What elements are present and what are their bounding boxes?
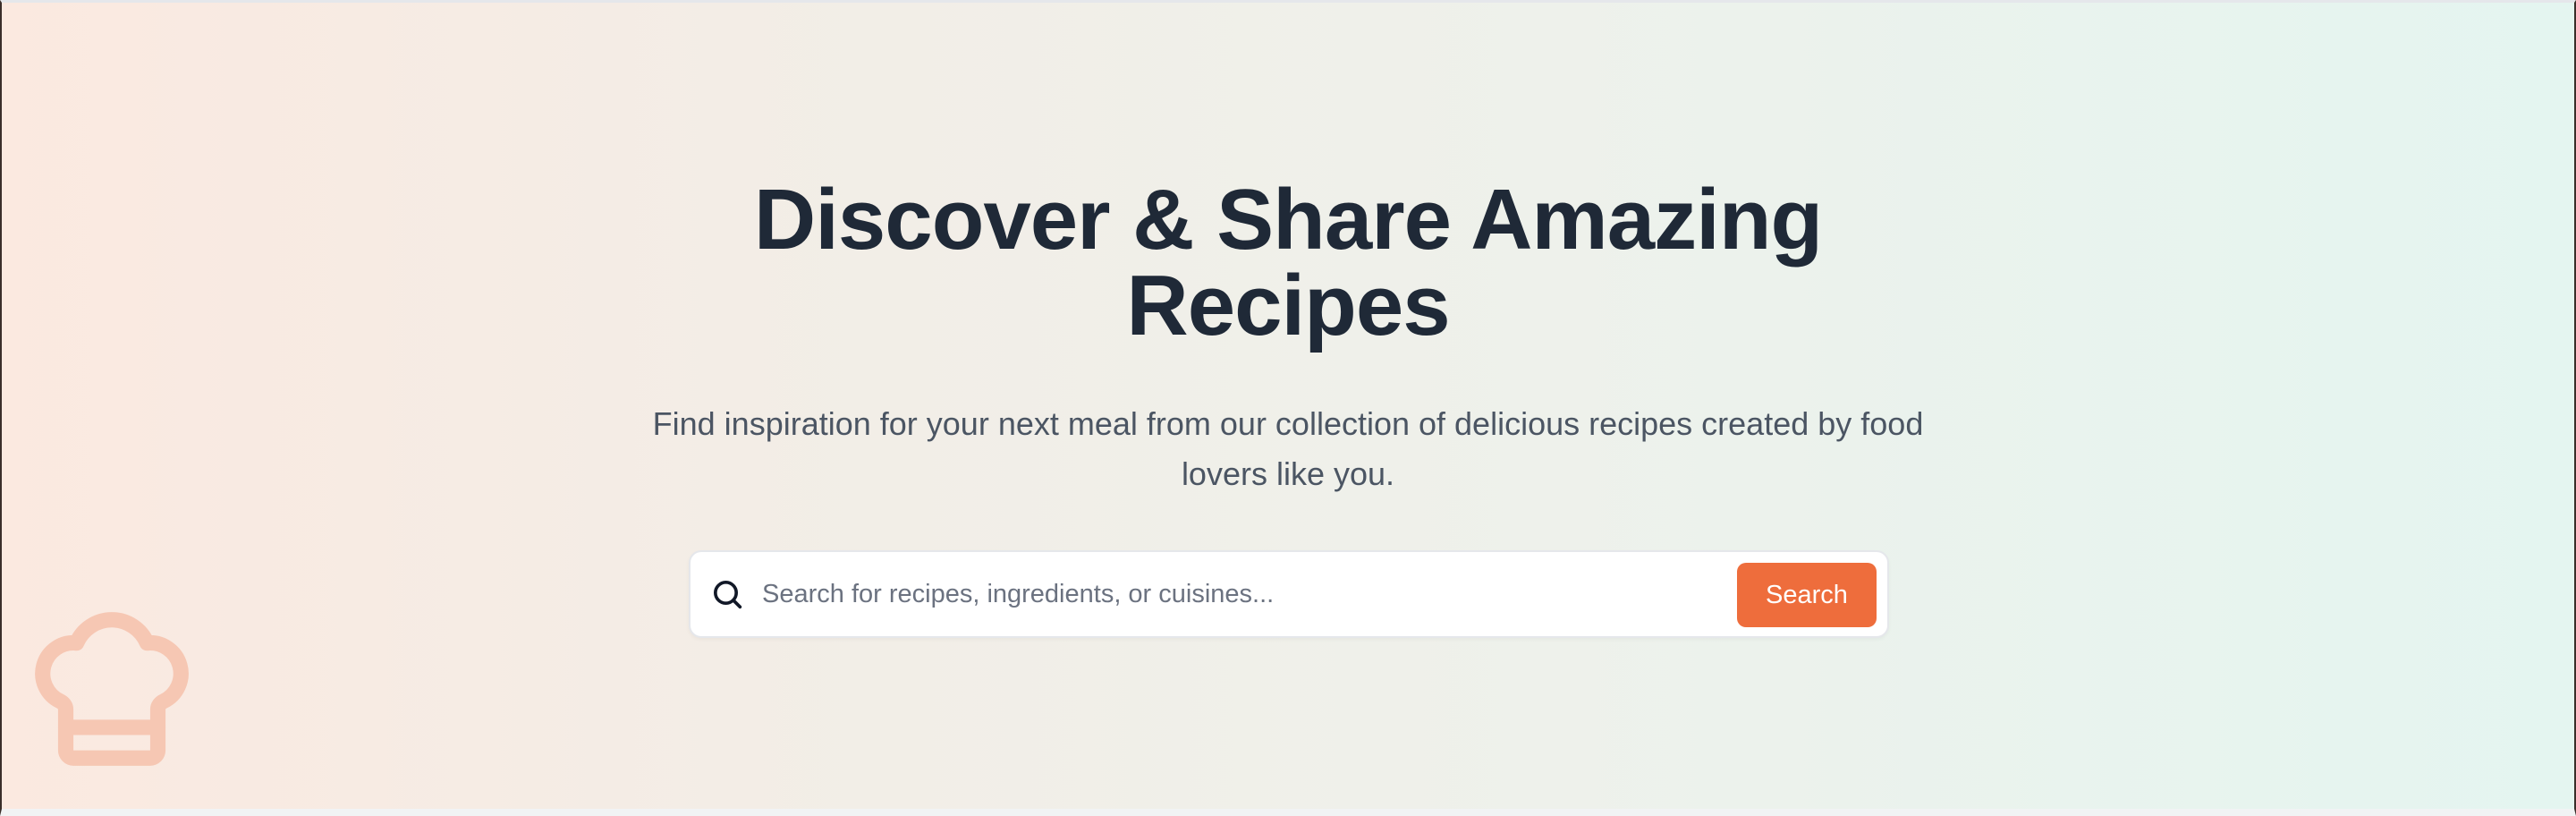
page-title: Discover & Share Amazing Recipes	[707, 177, 1869, 349]
hero-content: Discover & Share Amazing Recipes Find in…	[2, 177, 2574, 499]
search-bar: Search	[689, 550, 1889, 638]
chef-hat-icon	[35, 612, 189, 766]
hero-subtitle: Find inspiration for your next meal from…	[652, 405, 1924, 492]
hero-section: Discover & Share Amazing Recipes Find in…	[0, 0, 2576, 816]
search-button[interactable]: Search	[1737, 563, 1877, 627]
search-input[interactable]	[762, 568, 1683, 620]
title-line-2: Recipes	[1126, 258, 1450, 353]
title-line-1: Discover & Share Amazing	[753, 172, 1823, 268]
search-icon	[714, 581, 742, 609]
